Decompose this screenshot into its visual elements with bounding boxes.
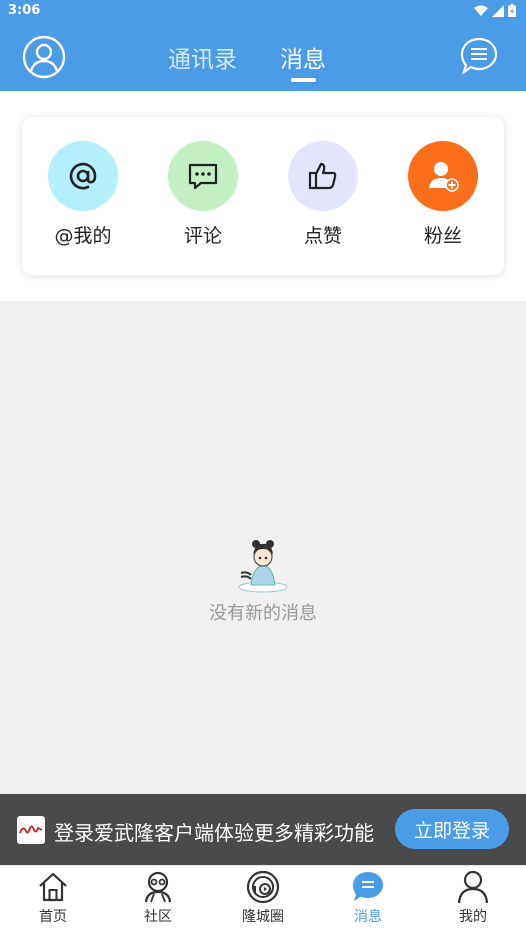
- chat-bubble-icon: [460, 37, 498, 75]
- empty-state-text: 没有新的消息: [209, 603, 317, 624]
- tab-label: 首页: [39, 909, 67, 925]
- empty-state: 没有新的消息: [0, 535, 526, 625]
- home-icon: [39, 872, 67, 902]
- tab-longcheng-circle[interactable]: 隆城圈: [228, 870, 298, 926]
- category-label: 粉丝: [423, 225, 462, 247]
- user-avatar-icon: [22, 35, 66, 79]
- category-label: @我的: [54, 225, 112, 247]
- signal-icon: [492, 4, 504, 17]
- category-fans[interactable]: 粉丝: [398, 141, 488, 248]
- community-icon: [144, 871, 172, 903]
- at-icon: [48, 141, 118, 211]
- tab-messages-nav[interactable]: 消息: [333, 870, 403, 926]
- category-comments[interactable]: 评论: [158, 141, 248, 248]
- thumbs-up-icon: [288, 141, 358, 211]
- tab-home[interactable]: 首页: [18, 870, 88, 926]
- tab-label: 我的: [459, 909, 487, 925]
- tab-label: 隆城圈: [242, 909, 284, 925]
- status-icons: [474, 4, 516, 17]
- login-button[interactable]: 立即登录: [395, 809, 509, 849]
- tab-contacts[interactable]: 通讯录: [168, 40, 237, 74]
- circle-icon: [246, 870, 280, 904]
- wifi-icon: [474, 5, 488, 16]
- message-category-card: @我的 评论 点赞 粉丝: [22, 117, 504, 275]
- login-promo-text: 登录爱武隆客户端体验更多精彩功能: [54, 821, 374, 845]
- tab-community[interactable]: 社区: [123, 870, 193, 926]
- avatar-button[interactable]: [22, 35, 66, 79]
- bottom-tab-bar: 首页 社区 隆城圈 消息 我的: [0, 865, 526, 935]
- category-at-me[interactable]: @我的: [38, 141, 128, 248]
- comment-icon: [168, 141, 238, 211]
- category-label: 评论: [183, 225, 222, 247]
- active-tab-indicator: [291, 78, 316, 82]
- tab-messages[interactable]: 消息: [280, 40, 326, 74]
- add-fan-icon: [408, 141, 478, 211]
- mascot-icon: [233, 535, 293, 595]
- login-promo-bar: 登录爱武隆客户端体验更多精彩功能 立即登录: [0, 794, 526, 865]
- header: 通讯录 消息: [0, 24, 526, 91]
- app-logo: [17, 816, 45, 844]
- tab-label: 消息: [354, 909, 382, 925]
- category-likes[interactable]: 点赞: [278, 141, 368, 248]
- message-icon: [353, 872, 383, 901]
- battery-icon: [508, 4, 516, 17]
- chat-list-button[interactable]: [459, 36, 499, 76]
- tab-label: 社区: [144, 909, 172, 925]
- category-label: 点赞: [303, 225, 342, 247]
- person-icon: [457, 870, 489, 904]
- tab-mine[interactable]: 我的: [438, 870, 508, 926]
- status-time: 3:06: [8, 3, 41, 18]
- status-bar: 3:06: [0, 0, 526, 24]
